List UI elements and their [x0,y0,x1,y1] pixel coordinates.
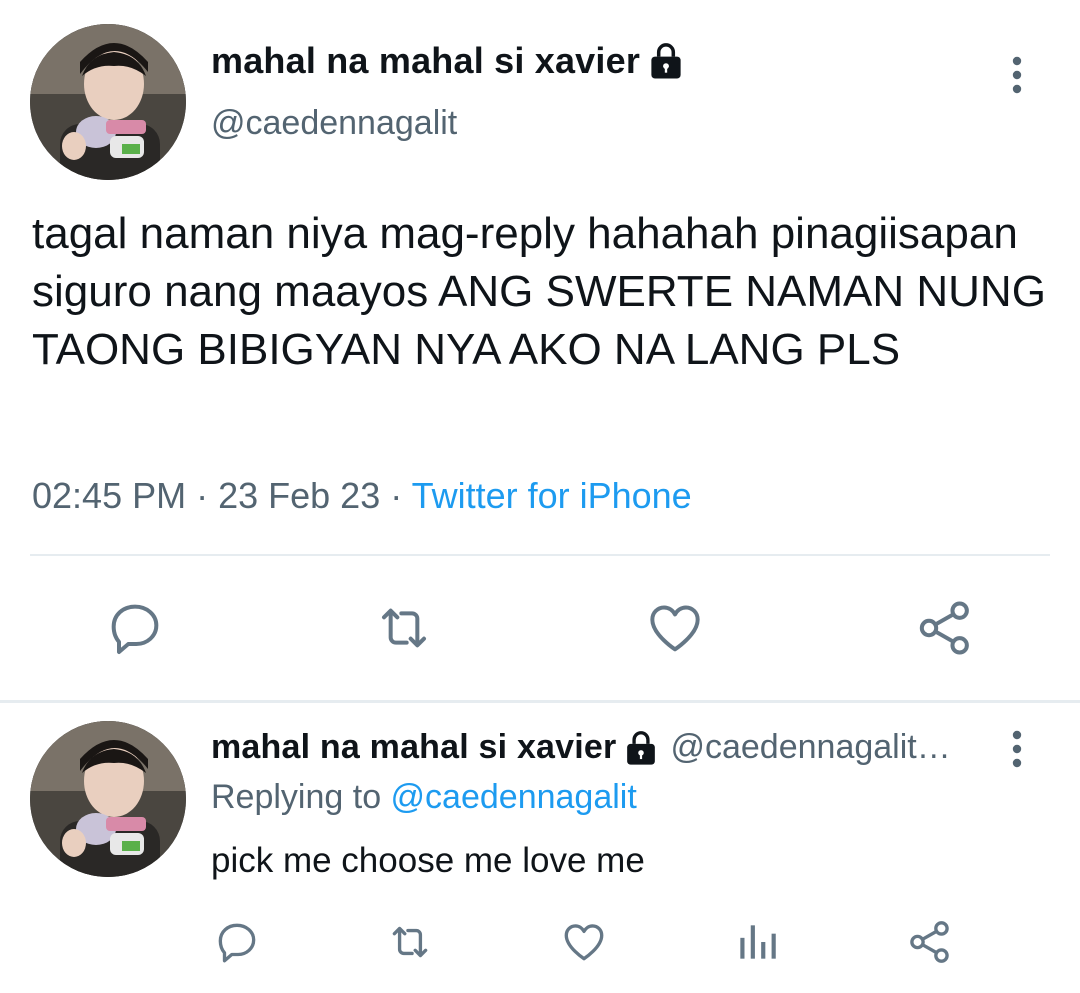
replying-to-handle-link[interactable]: @caedennagalit [391,778,637,816]
tweet-date: 23 Feb 23 [218,475,381,516]
meta-separator: · [380,475,412,516]
meta-separator: · [186,475,219,516]
more-options-icon[interactable] [1007,729,1027,769]
reply-text: pick me choose me love me [211,841,645,880]
lock-icon [648,42,684,80]
avatar-photo [30,24,186,180]
avatar-photo [30,721,186,877]
tweet-meta: 02:45 PM · 23 Feb 23 · Twitter for iPhon… [32,475,692,517]
more-options-icon[interactable] [1007,55,1027,95]
tweet-time: 02:45 PM [32,475,187,516]
replying-to: Replying to @caedennagalit [211,778,637,817]
avatar[interactable] [30,721,186,877]
replying-to-label: Replying to [211,778,391,816]
handle[interactable]: @caedennagalit [211,104,457,143]
tweet-source-link[interactable]: Twitter for iPhone [412,475,692,516]
divider [30,554,1050,556]
reply-tweet[interactable]: mahal na mahal si xavier @caedennagalit…… [0,703,1080,993]
avatar[interactable] [30,24,186,180]
like-icon[interactable] [643,596,707,660]
reply-icon[interactable] [212,917,262,967]
retweet-icon[interactable] [372,596,436,660]
main-tweet: mahal na mahal si xavier @caedennagalit … [0,0,1080,702]
action-bar [0,596,1080,660]
handle[interactable]: @caedennagalit… [670,728,950,767]
tweet-text: tagal naman niya mag-reply hahahah pinag… [32,209,1046,374]
like-icon[interactable] [559,917,609,967]
author-name-row[interactable]: mahal na mahal si xavier [211,40,684,82]
retweet-icon[interactable] [385,917,435,967]
analytics-icon[interactable] [732,917,782,967]
share-icon[interactable] [905,917,955,967]
share-icon[interactable] [913,596,977,660]
reply-icon[interactable] [103,596,167,660]
display-name[interactable]: mahal na mahal si xavier [211,40,640,82]
lock-icon [624,730,658,766]
display-name[interactable]: mahal na mahal si xavier [211,728,616,767]
author-name-row[interactable]: mahal na mahal si xavier @caedennagalit… [211,728,951,767]
action-bar [0,917,1080,967]
